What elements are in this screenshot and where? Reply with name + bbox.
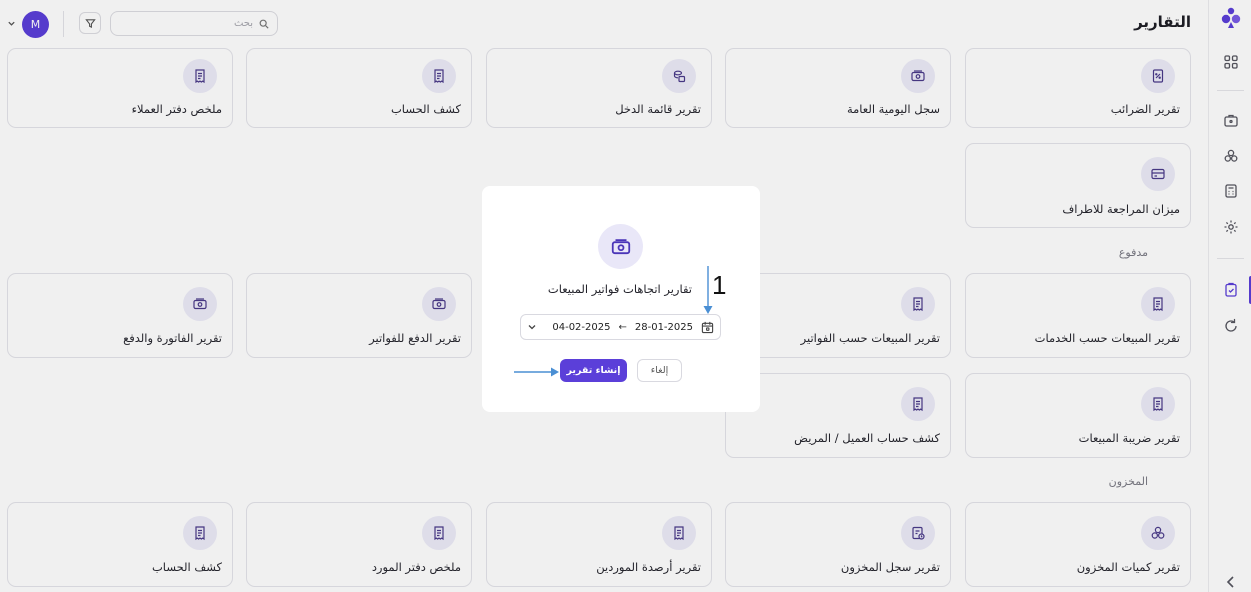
date-to[interactable]: 04-02-2025 — [552, 322, 610, 333]
chevron-down-icon[interactable] — [527, 322, 537, 332]
calendar-icon[interactable] — [701, 321, 714, 334]
date-range-picker[interactable]: 04-02-2025 ← 28-01-2025 — [520, 314, 721, 340]
generate-report-button[interactable]: إنشاء تقرير — [560, 359, 627, 382]
date-from[interactable]: 28-01-2025 — [635, 322, 693, 333]
annotation-number: 1 — [712, 270, 727, 300]
cancel-button[interactable]: إلغاء — [637, 359, 682, 382]
range-arrow: ← — [618, 321, 627, 333]
modal-title: تقارير اتجاهات فواتير المبيعات — [547, 282, 692, 296]
cash-icon — [598, 224, 643, 269]
